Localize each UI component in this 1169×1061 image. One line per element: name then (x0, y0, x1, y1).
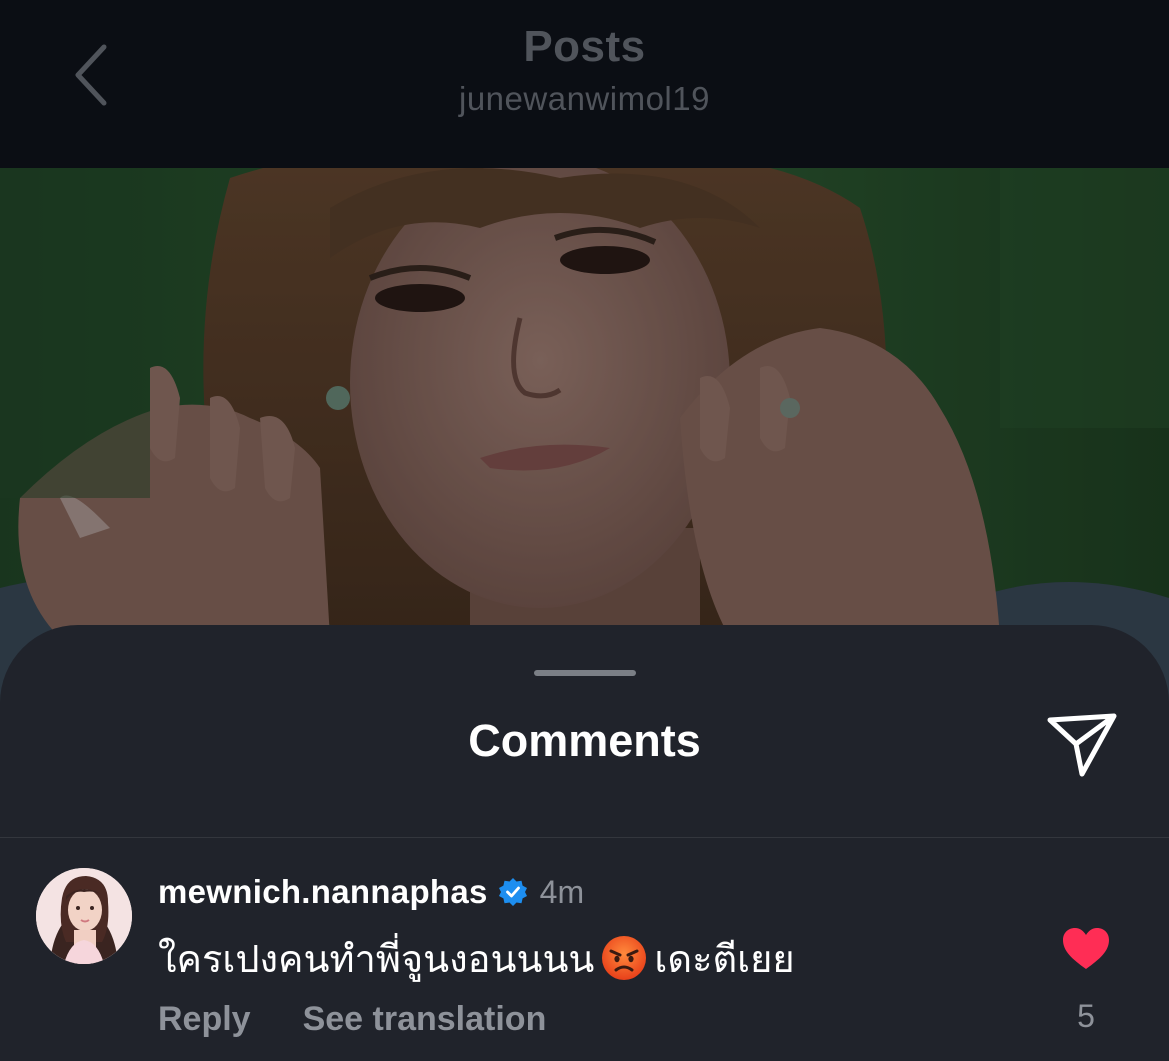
comments-sheet: Comments mewnich.nannaphas 4m ใครเปงคนทำ… (0, 625, 1169, 1061)
comment-timestamp: 4m (539, 873, 585, 910)
send-icon (1047, 713, 1117, 777)
app-screen: Posts junewanwimol19 Comments mewnich.na… (0, 0, 1169, 1061)
avatar-image (36, 868, 132, 964)
angry-face-emoji-icon (602, 936, 647, 980)
avatar[interactable] (36, 868, 132, 964)
comment-text-part: ใครเปงคนทำพี่จูนงอนนนน (158, 938, 595, 981)
like-button[interactable] (1060, 923, 1112, 975)
comment-header: mewnich.nannaphas 4m (158, 870, 584, 914)
comment-text-part: เดะตีเยย (654, 938, 795, 981)
page-subtitle-username[interactable]: junewanwimol19 (0, 80, 1169, 118)
divider (0, 837, 1169, 838)
comment-actions: Reply See translation (158, 997, 546, 1041)
top-nav-bar: Posts junewanwimol19 (0, 0, 1169, 168)
share-button[interactable] (1040, 705, 1124, 785)
like-count: 5 (1077, 998, 1095, 1034)
reply-button[interactable]: Reply (158, 1000, 251, 1039)
sheet-drag-handle[interactable] (534, 670, 636, 676)
heart-filled-icon (1063, 928, 1109, 969)
comment-text: ใครเปงคนทำพี่จูนงอนนนน เดะตีเยย (158, 930, 795, 986)
see-translation-button[interactable]: See translation (303, 1000, 547, 1039)
page-title: Posts (523, 22, 646, 71)
comment-username[interactable]: mewnich.nannaphas (158, 873, 488, 911)
verified-badge-icon (498, 878, 527, 906)
sheet-title: Comments (468, 715, 701, 766)
